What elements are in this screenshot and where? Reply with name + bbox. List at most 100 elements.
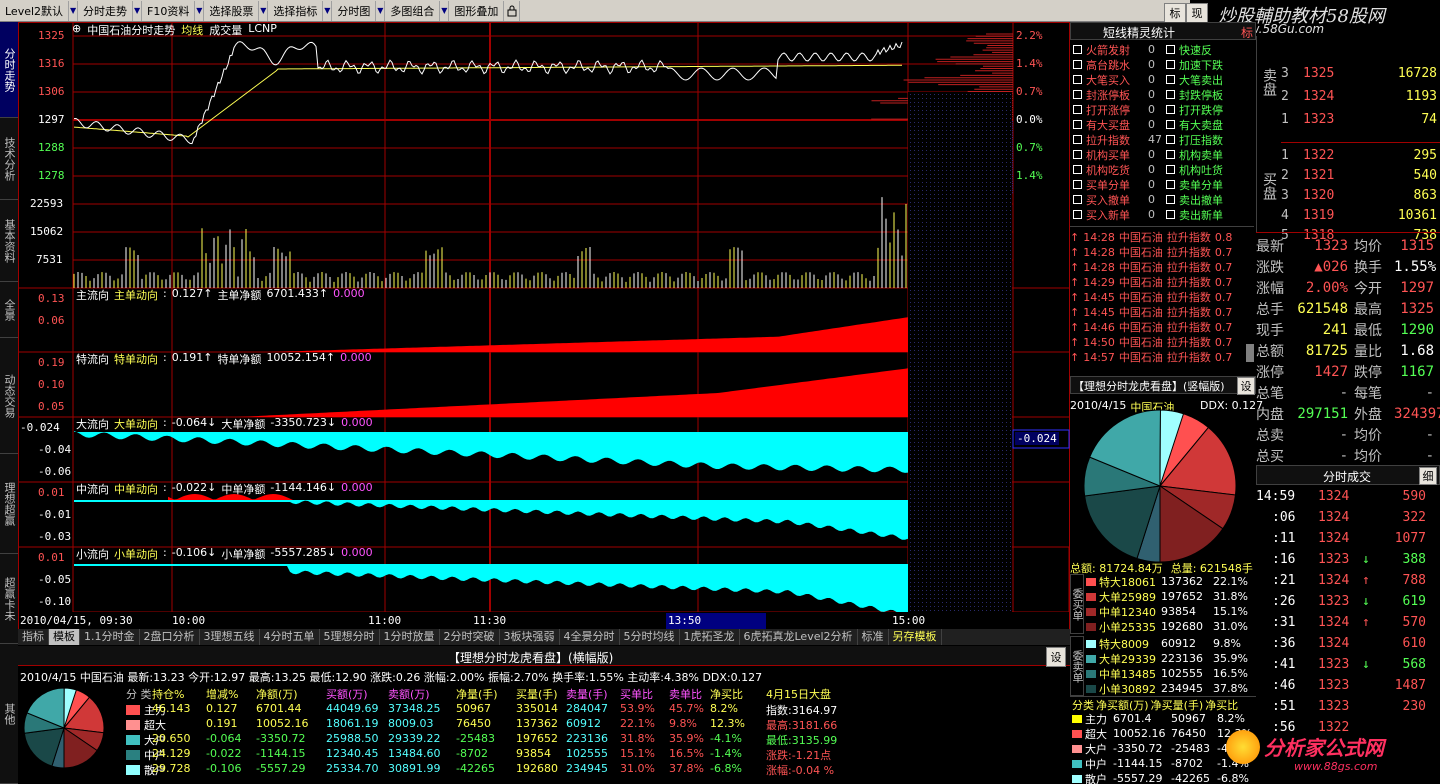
lock-icon[interactable]	[504, 0, 521, 21]
checkbox[interactable]	[1073, 75, 1082, 84]
sprite-row-right[interactable]: 卖单分单	[1163, 177, 1256, 192]
now-button[interactable]: 现	[1186, 3, 1208, 23]
checkbox[interactable]	[1166, 210, 1175, 219]
sprite-row-left[interactable]: 拉升指数 47	[1070, 132, 1165, 147]
order-book-buy-row[interactable]: 2 1321 540	[1281, 165, 1440, 185]
tag-lcnp[interactable]: LCNP	[248, 22, 277, 38]
tag-volume[interactable]: 成交量	[209, 22, 242, 38]
sprite-log-row[interactable]: ↑ 14:28 中国石油 拉升指数 0.8	[1070, 229, 1232, 245]
template-tab[interactable]: 1虎拓圣龙	[680, 629, 740, 645]
sprite-row-right[interactable]: 打压指数	[1163, 132, 1256, 147]
checkbox[interactable]	[1073, 135, 1082, 144]
sprite-row-right[interactable]: 有大卖盘	[1163, 117, 1256, 132]
template-tab[interactable]: 5理想分时	[320, 629, 380, 645]
template-tab[interactable]: 4分时五单	[260, 629, 320, 645]
sprite-log-row[interactable]: ↑ 14:50 中国石油 拉升指数 0.7	[1070, 334, 1232, 350]
checkbox[interactable]	[1073, 150, 1082, 159]
tab-intraday-trend[interactable]: 分时走势	[0, 22, 18, 118]
toolbar-select-stock[interactable]: 选择股票	[204, 0, 260, 21]
checkbox[interactable]	[1166, 105, 1175, 114]
tab-dynamic-trading[interactable]: 动态交易	[0, 338, 18, 454]
tab-panorama[interactable]: 全景	[0, 282, 18, 338]
tab-ideal-super-win[interactable]: 理想超赢	[0, 454, 18, 554]
order-book-sell-row[interactable]: 1 1323 74	[1281, 108, 1440, 131]
tab-fundamentals[interactable]: 基本资料	[0, 200, 18, 282]
template-tab[interactable]: 2盘口分析	[140, 629, 200, 645]
template-tab[interactable]: 4全景分时	[560, 629, 620, 645]
tag-avg-line[interactable]: 均线	[181, 22, 203, 38]
checkbox[interactable]	[1073, 90, 1082, 99]
checkbox[interactable]	[1073, 120, 1082, 129]
sprite-row-right[interactable]: 卖出撤单	[1163, 192, 1256, 207]
template-tab[interactable]: 5分时均线	[620, 629, 680, 645]
order-book-buy-row[interactable]: 4 1319 10361	[1281, 205, 1440, 225]
sprite-row-left[interactable]: 买单分单 0	[1070, 177, 1165, 192]
toolbar-dropdown-arrow[interactable]: ▼	[195, 0, 205, 21]
intraday-chart-area[interactable]	[18, 22, 1070, 634]
sprite-log-row[interactable]: ↑ 14:28 中国石油 拉升指数 0.7	[1070, 259, 1232, 275]
order-book-sell-row[interactable]: 3 1325 16728	[1281, 62, 1440, 85]
sprite-row-right[interactable]: 卖出新单	[1163, 207, 1256, 222]
template-tab[interactable]: 1分时放量	[380, 629, 440, 645]
toolbar-select-indicator[interactable]: 选择指标	[268, 0, 324, 21]
tab-other[interactable]: 其他	[0, 644, 18, 784]
checkbox[interactable]	[1166, 180, 1175, 189]
sprite-log-row[interactable]: ↑ 14:28 中国石油 拉升指数 0.7	[1070, 244, 1232, 260]
toolbar-dropdown-arrow[interactable]: ▼	[440, 0, 450, 21]
checkbox[interactable]	[1166, 165, 1175, 174]
checkbox[interactable]	[1073, 45, 1082, 54]
sprite-row-right[interactable]: 快速反	[1163, 42, 1256, 57]
bottom-settings-button[interactable]: 设	[1046, 647, 1066, 667]
sprite-row-right[interactable]: 大笔卖出	[1163, 72, 1256, 87]
checkbox[interactable]	[1166, 75, 1175, 84]
order-book-sell-row[interactable]: 2 1324 1193	[1281, 85, 1440, 108]
checkbox[interactable]	[1166, 60, 1175, 69]
template-tab[interactable]: 2分时突破	[440, 629, 500, 645]
toolbar-dropdown-arrow[interactable]: ▼	[259, 0, 269, 21]
sprite-row-left[interactable]: 大笔买入 0	[1070, 72, 1165, 87]
template-tab[interactable]: 6虎拓真龙Level2分析	[740, 629, 858, 645]
template-tab[interactable]: 标准	[858, 629, 889, 645]
order-book-buy-row[interactable]: 1 1322 295	[1281, 145, 1440, 165]
sprite-row-left[interactable]: 封涨停板 0	[1070, 87, 1165, 102]
tab-super-win-card[interactable]: 超赢卡未	[0, 554, 18, 644]
toolbar-multi-chart[interactable]: 多图组合	[385, 0, 441, 21]
tag-button[interactable]: 标	[1164, 3, 1186, 23]
sprite-log-row[interactable]: ↑ 14:46 中国石油 拉升指数 0.7	[1070, 319, 1232, 335]
order-book-buy-row[interactable]: 3 1320 863	[1281, 185, 1440, 205]
template-tab[interactable]: 指标	[18, 629, 49, 645]
sprite-row-left[interactable]: 买入新单 0	[1070, 207, 1165, 222]
sprite-row-right[interactable]: 机构卖单	[1163, 147, 1256, 162]
checkbox[interactable]	[1073, 165, 1082, 174]
sprite-log-row[interactable]: ↑ 14:45 中国石油 拉升指数 0.7	[1070, 289, 1232, 305]
template-tab[interactable]: 3板块强弱	[500, 629, 560, 645]
sprite-row-right[interactable]: 加速下跌	[1163, 57, 1256, 72]
sprite-row-left[interactable]: 高台跳水 0	[1070, 57, 1165, 72]
toolbar-dropdown-arrow[interactable]: ▼	[376, 0, 386, 21]
checkbox[interactable]	[1166, 150, 1175, 159]
template-tab[interactable]: 另存模板	[889, 629, 942, 645]
sprite-row-right[interactable]: 封跌停板	[1163, 87, 1256, 102]
sprite-row-right[interactable]: 机构吐货	[1163, 162, 1256, 177]
checkbox[interactable]	[1073, 195, 1082, 204]
log-scrollbar[interactable]	[1246, 344, 1254, 362]
checkbox[interactable]	[1073, 210, 1082, 219]
sprite-row-left[interactable]: 有大买盘 0	[1070, 117, 1165, 132]
toolbar-f10[interactable]: F10资料	[142, 0, 196, 21]
sprite-row-left[interactable]: 打开涨停 0	[1070, 102, 1165, 117]
toolbar-dropdown-arrow[interactable]: ▼	[69, 0, 79, 21]
sprite-tag[interactable]: 标	[1241, 24, 1253, 41]
toolbar-intraday-chart[interactable]: 分时图	[332, 0, 377, 21]
sprite-row-left[interactable]: 机构吃货 0	[1070, 162, 1165, 177]
sprite-row-right[interactable]: 打开跌停	[1163, 102, 1256, 117]
checkbox[interactable]	[1166, 135, 1175, 144]
sprite-log-row[interactable]: ↑ 14:57 中国石油 拉升指数 0.7	[1070, 349, 1232, 365]
trades-detail-button[interactable]: 细	[1419, 467, 1437, 485]
sprite-row-left[interactable]: 买入撤单 0	[1070, 192, 1165, 207]
toolbar-intraday[interactable]: 分时走势	[78, 0, 134, 21]
tab-technical-analysis[interactable]: 技术分析	[0, 118, 18, 200]
sprite-row-left[interactable]: 机构买单 0	[1070, 147, 1165, 162]
sprite-log-row[interactable]: ↑ 14:29 中国石油 拉升指数 0.7	[1070, 274, 1232, 290]
template-tab[interactable]: 1.1分时金	[80, 629, 140, 645]
toolbar-dropdown-arrow[interactable]: ▼	[133, 0, 143, 21]
